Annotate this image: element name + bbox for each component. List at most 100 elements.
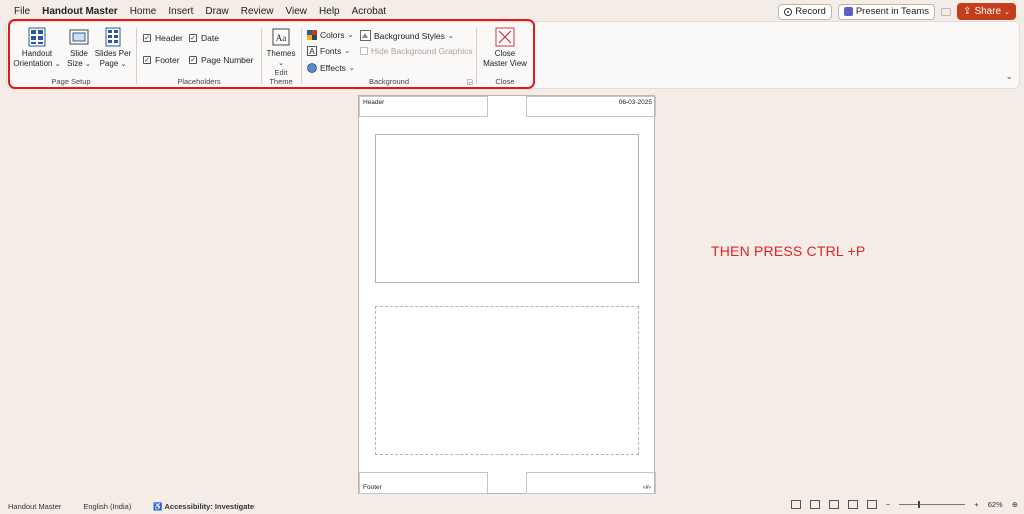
header-checkbox[interactable]: ✓ Header — [143, 33, 183, 43]
tab-help[interactable]: Help — [313, 6, 346, 17]
fonts-button[interactable]: A Fonts ⌄ — [307, 46, 350, 56]
fit-to-window-icon[interactable]: ⊕ — [1012, 500, 1018, 509]
share-icon: ⇪ — [963, 6, 972, 17]
close-master-view-line2: Master View — [483, 59, 527, 68]
present-in-teams-label: Present in Teams — [855, 6, 930, 17]
slide-size-icon — [69, 29, 89, 45]
effects-icon — [307, 63, 317, 73]
check-icon: ✓ — [189, 34, 197, 42]
themes-icon: Aa — [272, 28, 290, 46]
chevron-down-icon: ⌄ — [347, 32, 354, 39]
page-number-checkbox-label: Page Number — [201, 55, 254, 65]
chevron-down-icon: ⌄ — [348, 65, 355, 72]
themes-button[interactable]: Aa Themes ⌄ — [265, 27, 297, 69]
present-in-teams-button[interactable]: Present in Teams — [837, 3, 936, 20]
menu-bar: File Handout Master Home Insert Draw Rev… — [0, 0, 1024, 22]
zoom-out-icon[interactable]: − — [886, 500, 890, 509]
share-label: Share — [974, 6, 1002, 17]
share-button[interactable]: ⇪ Share ⌄ — [957, 3, 1016, 20]
dialog-launcher-icon[interactable]: ◲ — [466, 78, 473, 86]
collapse-ribbon-icon[interactable]: ⌄ — [1005, 71, 1013, 82]
close-label: Close — [495, 77, 515, 86]
page-setup-group: Handout Orientation ⌄ Slide Size ⌄ Slide… — [7, 24, 135, 88]
tab-handout-master[interactable]: Handout Master — [36, 6, 124, 17]
accessibility-status[interactable]: ♿ Accessibility: Investigate — [153, 502, 254, 511]
close-master-view-button[interactable]: Close Master View — [480, 27, 530, 69]
check-icon: ✓ — [143, 56, 151, 64]
normal-view-icon[interactable] — [809, 500, 820, 509]
record-icon — [784, 7, 793, 16]
teams-icon — [843, 7, 853, 16]
record-button[interactable]: Record — [778, 3, 832, 20]
footer-placeholder[interactable]: Footer — [359, 472, 488, 494]
reading-view-icon[interactable] — [847, 500, 858, 509]
zoom-in-icon[interactable]: + — [974, 500, 978, 509]
accessibility-label: Accessibility: Investigate — [164, 501, 255, 511]
zoom-slider[interactable] — [899, 501, 966, 508]
slides-per-page-line1: Slides Per — [94, 49, 132, 58]
slides-per-page-button[interactable]: Slides Per Page ⌄ — [93, 27, 133, 70]
tab-file[interactable]: File — [8, 6, 36, 17]
date-placeholder[interactable]: 06-03-2025 — [526, 96, 656, 117]
status-language[interactable]: English (India) — [83, 502, 131, 511]
footer-placeholder-text: Footer — [363, 484, 382, 491]
fonts-icon: A — [307, 46, 317, 56]
colors-icon — [307, 30, 317, 40]
date-placeholder-text: 06-03-2025 — [618, 99, 652, 106]
placeholders-group: ✓ Header ✓ Date ✓ Footer ✓ Page Number P… — [137, 24, 261, 88]
chevron-down-icon: ⌄ — [120, 61, 127, 68]
tab-home[interactable]: Home — [124, 6, 163, 17]
notes-icon[interactable] — [790, 500, 801, 509]
slide-placeholder-2[interactable] — [375, 306, 639, 455]
accessibility-icon: ♿ — [153, 501, 163, 511]
effects-button[interactable]: Effects ⌄ — [307, 63, 355, 73]
colors-button[interactable]: Colors ⌄ — [307, 30, 353, 40]
check-icon: ✓ — [189, 56, 197, 64]
zoom-slider-thumb[interactable] — [918, 501, 921, 508]
tab-draw[interactable]: Draw — [199, 6, 234, 17]
footer-checkbox-label: Footer — [155, 55, 180, 65]
chevron-down-icon: ⌄ — [1004, 8, 1010, 16]
edit-theme-group: Aa Themes ⌄ Edit Theme — [262, 24, 300, 88]
handout-orientation-line1: Handout — [21, 49, 53, 58]
page-number-placeholder-text: ‹#› — [643, 484, 651, 491]
zoom-level[interactable]: 62% — [988, 500, 1003, 509]
themes-label: Themes — [266, 49, 296, 58]
svg-text:Aa: Aa — [276, 33, 287, 43]
handout-orientation-button[interactable]: Handout Orientation ⌄ — [12, 27, 62, 70]
date-checkbox-label: Date — [201, 33, 219, 43]
background-styles-button[interactable]: Background Styles ⌄ — [360, 30, 454, 41]
close-icon — [495, 27, 515, 47]
status-right: − + 62% ⊕ — [790, 500, 1018, 509]
chevron-down-icon: ⌄ — [344, 48, 351, 55]
tab-acrobat[interactable]: Acrobat — [346, 6, 392, 17]
slideshow-icon[interactable] — [866, 500, 877, 509]
placeholders-label: Placeholders — [177, 77, 221, 86]
page-number-checkbox[interactable]: ✓ Page Number — [189, 55, 253, 65]
tab-insert[interactable]: Insert — [162, 6, 199, 17]
hide-background-graphics-checkbox[interactable]: Hide Background Graphics — [360, 46, 473, 56]
handout-orientation-line2: Orientation — [13, 59, 53, 68]
background-styles-label: Background Styles — [374, 30, 445, 41]
slide-sorter-icon[interactable] — [828, 500, 839, 509]
page-setup-label: Page Setup — [51, 77, 91, 86]
tab-review[interactable]: Review — [235, 6, 280, 17]
chevron-down-icon: ⌄ — [84, 61, 91, 68]
slide-placeholder-1[interactable] — [375, 134, 639, 283]
background-group: Colors ⌄ A Fonts ⌄ Effects ⌄ Background … — [302, 24, 476, 88]
background-styles-icon — [360, 30, 371, 41]
slide-size-line1: Slide — [70, 49, 88, 58]
tab-view[interactable]: View — [280, 6, 314, 17]
slide-size-line2: Size — [67, 59, 83, 68]
slide-size-button[interactable]: Slide Size ⌄ — [63, 27, 95, 70]
slides-per-page-icon — [105, 27, 121, 47]
footer-checkbox[interactable]: ✓ Footer — [143, 55, 180, 65]
title-actions: Record Present in Teams ⇪ Share ⌄ — [778, 3, 1016, 20]
header-placeholder[interactable]: Header — [359, 96, 488, 117]
date-checkbox[interactable]: ✓ Date — [189, 33, 219, 43]
comment-icon[interactable] — [941, 7, 952, 16]
edit-theme-label: Edit Theme — [269, 68, 293, 86]
slides-per-page-line2: Page — [99, 59, 119, 68]
header-checkbox-label: Header — [155, 33, 183, 43]
page-number-placeholder[interactable]: ‹#› — [526, 472, 656, 494]
